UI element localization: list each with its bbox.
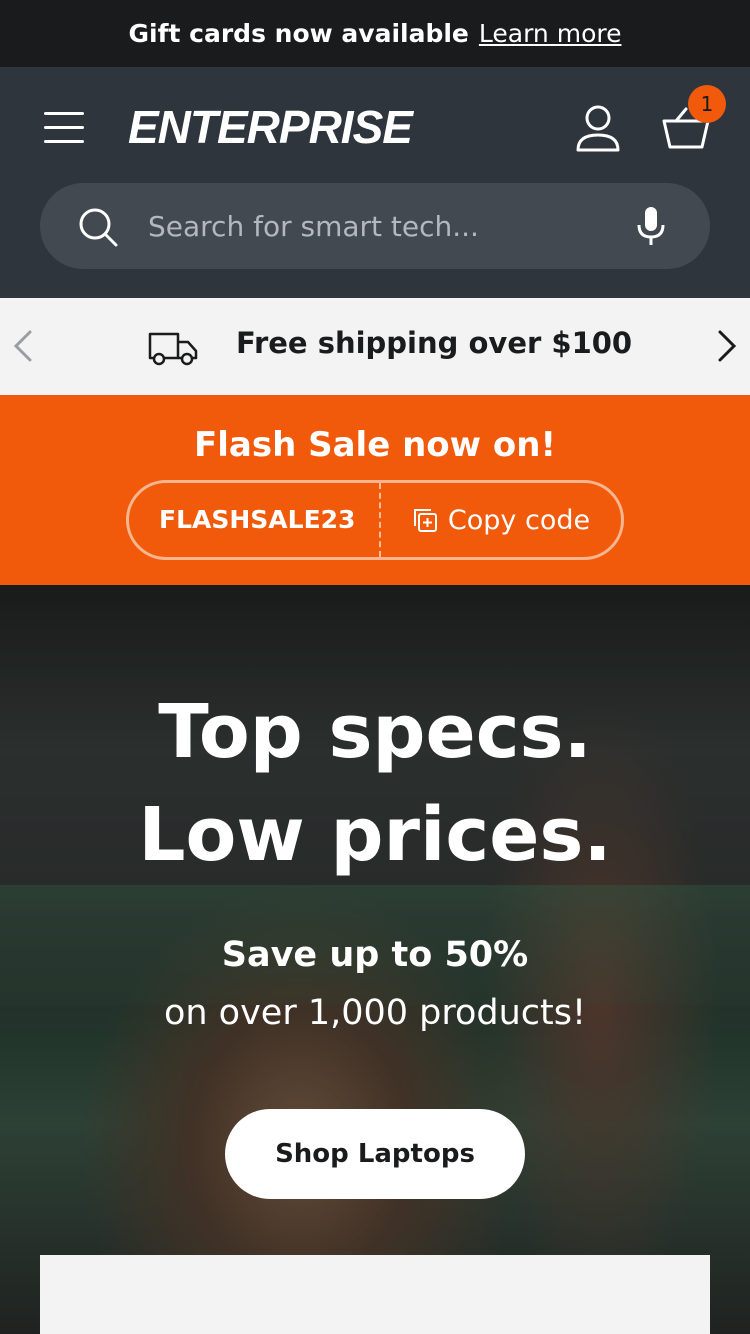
announcement-bar: Gift cards now available Learn more <box>0 0 750 67</box>
content-card <box>40 1255 710 1334</box>
menu-icon[interactable] <box>44 112 84 144</box>
copy-code-button[interactable]: Copy code <box>381 483 621 557</box>
flash-sale-title: Flash Sale now on! <box>194 425 556 465</box>
search-input[interactable] <box>148 201 618 251</box>
chevron-left-icon[interactable] <box>10 328 34 364</box>
flash-sale-banner: Flash Sale now on! FLASHSALE23 Copy code <box>0 395 750 585</box>
shipping-message: Free shipping over $100 <box>236 326 633 360</box>
hero-headline-line-2: Low prices. <box>138 792 612 878</box>
search-icon[interactable] <box>78 207 118 247</box>
shipping-carousel: Free shipping over $100 <box>0 298 750 395</box>
hero-subtext: on over 1,000 products! <box>163 993 587 1033</box>
coupon-box: FLASHSALE23 Copy code <box>126 480 624 560</box>
microphone-icon[interactable] <box>636 205 666 247</box>
announcement-text: Gift cards now available <box>128 19 469 48</box>
coupon-code: FLASHSALE23 <box>159 505 356 534</box>
search-bar <box>40 183 710 269</box>
chevron-right-icon[interactable] <box>716 328 740 364</box>
hero-banner: Top specs. Low prices. Save up to 50% on… <box>0 585 750 1334</box>
site-header: ENTERPRISE 1 <box>0 67 750 298</box>
copy-icon <box>413 509 437 532</box>
shop-laptops-button[interactable]: Shop Laptops <box>225 1109 525 1199</box>
brand-logo[interactable]: ENTERPRISE <box>128 99 448 155</box>
learn-more-link[interactable]: Learn more <box>479 19 622 48</box>
hero-subheadline: Save up to 50% <box>221 935 529 975</box>
cart-count-badge: 1 <box>688 85 726 123</box>
truck-icon <box>148 332 198 366</box>
copy-code-label: Copy code <box>447 504 591 536</box>
hero-headline-line-1: Top specs. <box>158 689 592 775</box>
user-icon[interactable] <box>574 103 622 153</box>
